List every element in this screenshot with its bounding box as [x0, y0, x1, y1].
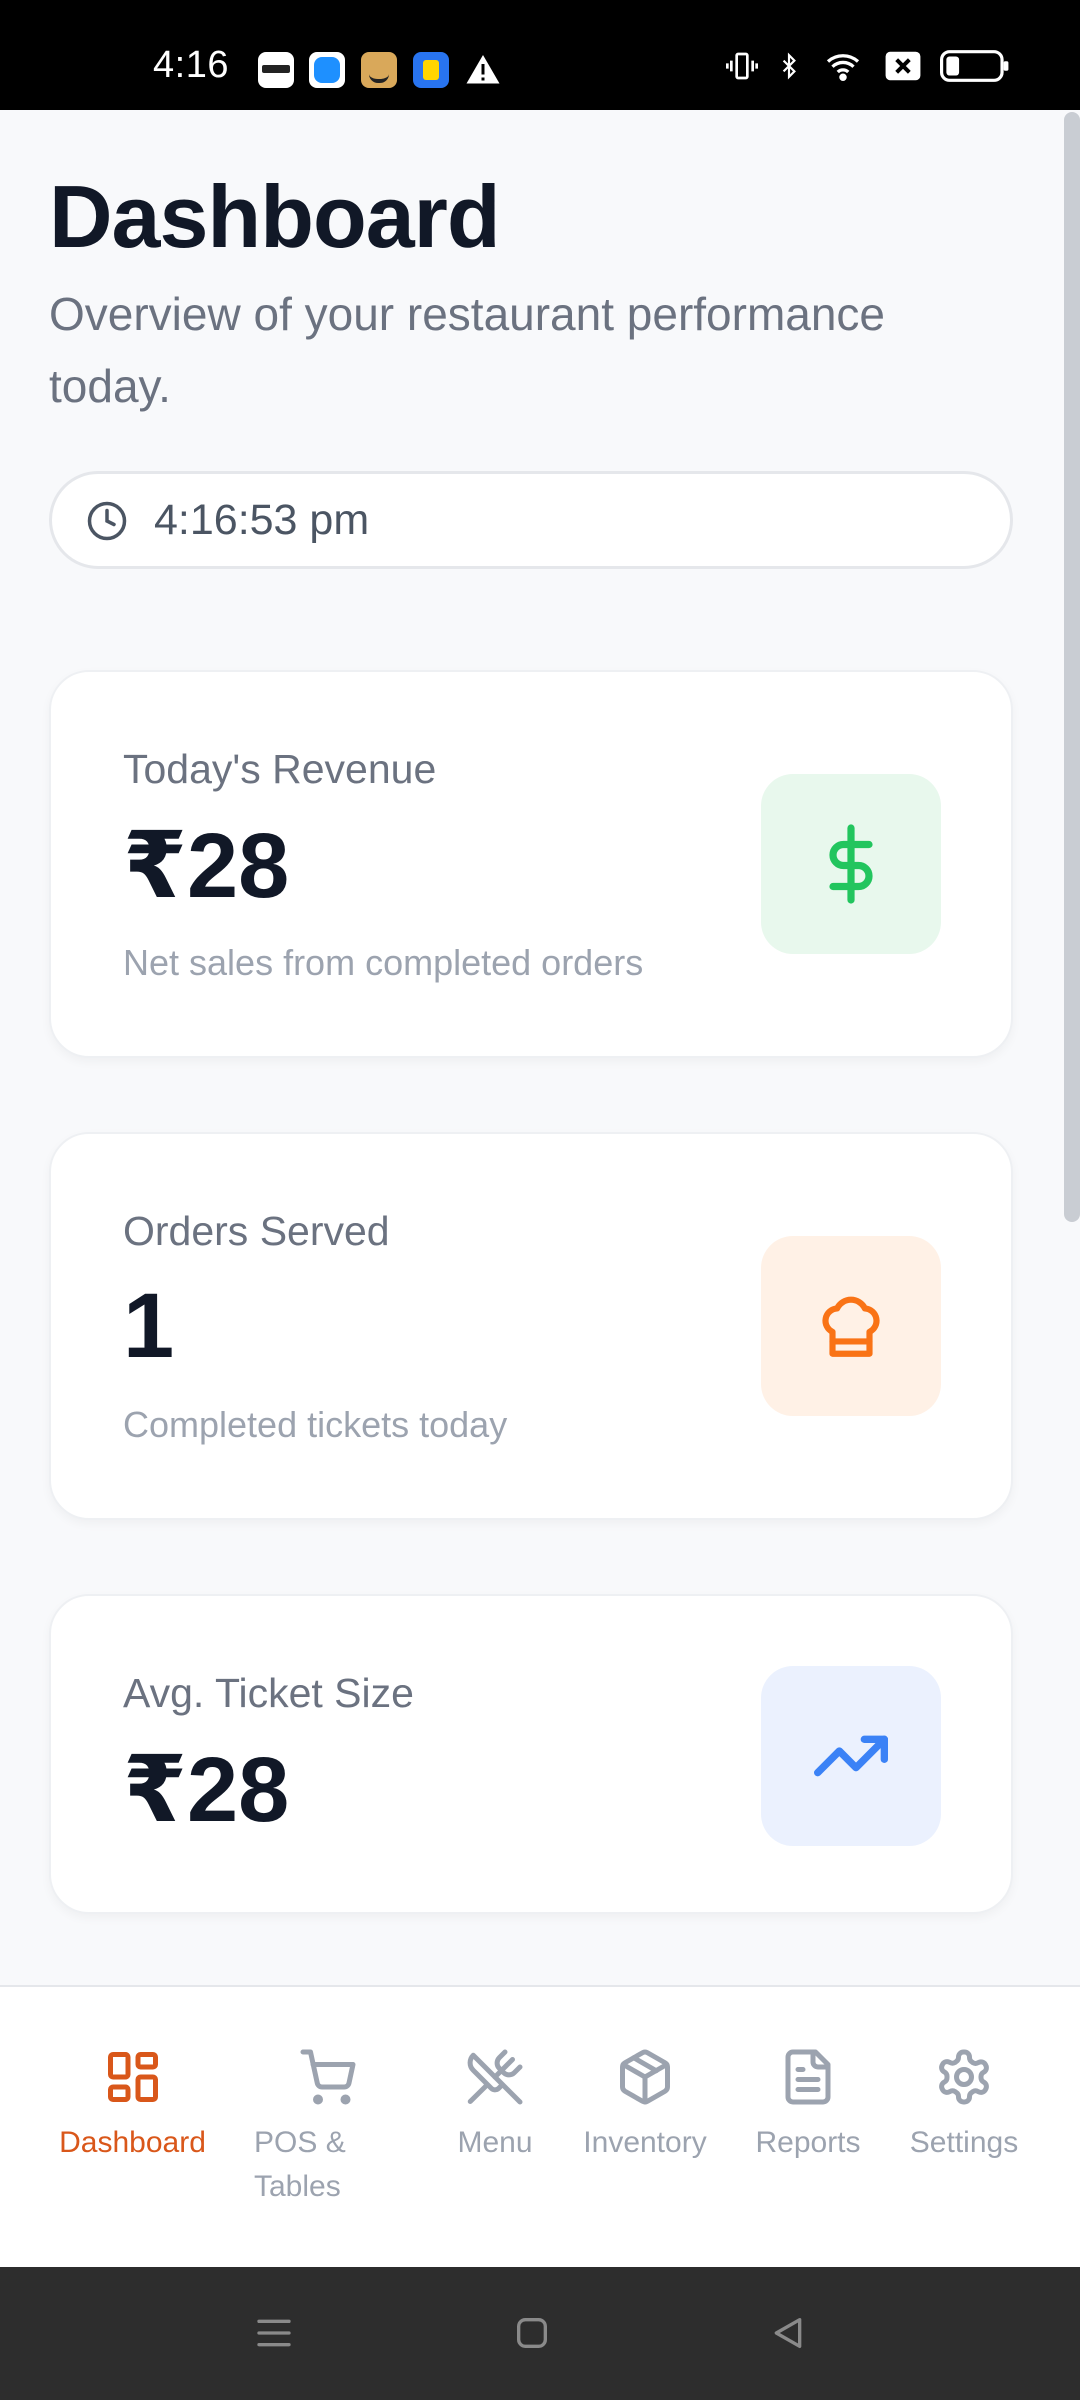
trending-up-icon [761, 1666, 941, 1846]
revenue-description: Net sales from completed orders [123, 942, 644, 983]
nav-inventory-label: Inventory [583, 2126, 707, 2159]
system-navigation-bar [0, 2267, 1080, 2400]
wifi-icon [826, 54, 860, 82]
gear-icon [939, 2049, 989, 2105]
back-icon[interactable] [768, 2313, 808, 2353]
revenue-value: ₹28 [123, 815, 290, 917]
orders-label: Orders Served [123, 1208, 390, 1254]
document-icon [785, 2049, 831, 2105]
vibrate-icon [726, 52, 758, 80]
zomato-icon [258, 52, 294, 88]
box-icon [620, 2049, 670, 2105]
chef-hat-icon [761, 1236, 941, 1416]
nav-dashboard-label: Dashboard [59, 2126, 206, 2159]
nav-pos-tables-label: POS & Tables [254, 2126, 346, 2203]
flipkart-icon [413, 52, 449, 88]
page-subtitle: Overview of your restaurant performance … [49, 288, 886, 412]
avg-ticket-value: ₹28 [123, 1739, 290, 1841]
dollar-icon [761, 774, 941, 954]
nav-settings-label: Settings [909, 2126, 1019, 2159]
live-clock: 4:16:53 pm [49, 471, 1013, 569]
avg-ticket-label: Avg. Ticket Size [123, 1670, 414, 1716]
dashboard-content[interactable]: Dashboard Overview of your restaurant pe… [0, 110, 1080, 1985]
status-bar: 4:16 [0, 0, 1080, 110]
nav-menu[interactable]: Menu [440, 2047, 550, 2165]
home-icon[interactable] [512, 2313, 552, 2353]
orders-description: Completed tickets today [123, 1404, 508, 1445]
nav-reports-label: Reports [755, 2126, 861, 2159]
nav-pos-tables[interactable]: POS & Tables [236, 2047, 356, 2209]
cart-icon [300, 2049, 356, 2105]
amazon-icon [361, 52, 397, 88]
clock-icon [87, 501, 127, 541]
no-sim-icon [885, 51, 921, 81]
warning-icon [466, 55, 500, 84]
orders-value: 1 [123, 1275, 175, 1377]
messenger-icon [309, 52, 345, 88]
nav-inventory[interactable]: Inventory [575, 2047, 715, 2165]
orders-card: Orders Served 1 Completed tickets today [49, 1132, 1013, 1520]
avg-ticket-card: Avg. Ticket Size ₹28 [49, 1594, 1013, 1914]
nav-settings[interactable]: Settings [900, 2047, 1028, 2165]
page-title: Dashboard [49, 167, 501, 266]
nav-menu-label: Menu [457, 2126, 533, 2159]
recent-apps-icon[interactable] [254, 2313, 294, 2353]
nav-dashboard[interactable]: Dashboard [50, 2047, 215, 2165]
clock-time: 4:16:53 pm [154, 496, 370, 544]
bottom-nav: Dashboard POS & Tables Menu Inventory Re… [0, 1985, 1080, 2269]
scrollbar[interactable] [1064, 112, 1080, 1222]
revenue-card: Today's Revenue ₹28 Net sales from compl… [49, 670, 1013, 1058]
status-time: 4:16 [153, 44, 229, 86]
revenue-label: Today's Revenue [123, 746, 437, 792]
utensils-icon [467, 2049, 523, 2105]
dashboard-icon [107, 2052, 158, 2102]
nav-reports[interactable]: Reports [748, 2047, 868, 2165]
battery-icon [940, 50, 1009, 82]
bluetooth-icon [782, 52, 796, 80]
